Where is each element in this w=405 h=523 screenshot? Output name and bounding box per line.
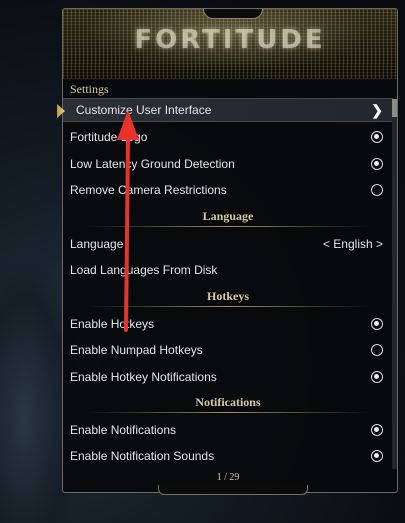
page-indicator: 1 / 29 [216, 472, 240, 483]
menu-item-label: Language [70, 237, 124, 251]
menu-item-fortitude-logo[interactable]: Fortitude Logo [63, 125, 393, 149]
menu-item-enable-notifications[interactable]: Enable Notifications [63, 418, 393, 442]
radio-checked-icon[interactable] [371, 371, 383, 383]
language-selector-value[interactable]: < English > [323, 237, 383, 251]
radio-checked-icon[interactable] [371, 158, 383, 170]
section-divider [88, 306, 368, 307]
section-header-language: Language [63, 209, 393, 229]
selection-marker-icon [57, 104, 65, 118]
menu-item-load-languages-from-disk[interactable]: Load Languages From Disk [63, 258, 393, 282]
menu-item-label: Enable Numpad Hotkeys [70, 343, 203, 357]
menu-item-enable-notification-sounds[interactable]: Enable Notification Sounds [63, 444, 393, 468]
menu-item-label: Fortitude Logo [70, 130, 148, 144]
section-header-hotkeys: Hotkeys [63, 289, 393, 309]
scrollbar-thumb[interactable] [392, 99, 397, 117]
menu-item-customize-user-interface[interactable]: Customize User Interface ❯ [57, 98, 393, 122]
menu-item-enable-numpad-hotkeys[interactable]: Enable Numpad Hotkeys [63, 338, 393, 362]
menu-footer-tab [158, 485, 308, 495]
radio-checked-icon[interactable] [371, 318, 383, 330]
menu-item-label: Customize User Interface [76, 103, 212, 117]
radio-checked-icon[interactable] [371, 131, 383, 143]
section-title: Notifications [195, 395, 261, 409]
menu-item-label: Load Languages From Disk [70, 263, 218, 277]
menu-item-enable-hotkey-notifications[interactable]: Enable Hotkey Notifications [63, 365, 393, 389]
mod-menu-panel: FORTITUDE Settings Customize User Interf… [57, 8, 398, 495]
radio-checked-icon[interactable] [371, 450, 383, 462]
menu-item-label: Enable Hotkey Notifications [70, 370, 217, 384]
radio-checked-icon[interactable] [371, 424, 383, 436]
menu-item-label: Low Latency Ground Detection [70, 157, 235, 171]
section-divider [88, 226, 368, 227]
chevron-right-icon: ❯ [371, 101, 383, 118]
section-title: Language [202, 209, 254, 223]
section-divider [88, 412, 368, 413]
menu-item-low-latency-ground-detection[interactable]: Low Latency Ground Detection [63, 152, 393, 176]
menu-title: FORTITUDE [134, 25, 326, 55]
menu-banner: FORTITUDE [63, 9, 397, 79]
menu-item-label: Remove Camera Restrictions [70, 183, 227, 197]
menu-item-label: Enable Notifications [70, 423, 177, 437]
radio-unchecked-icon[interactable] [371, 184, 383, 196]
scrollbar[interactable] [392, 99, 397, 469]
banner-notch [203, 9, 263, 19]
section-header-notifications: Notifications [63, 395, 393, 415]
menu-item-remove-camera-restrictions[interactable]: Remove Camera Restrictions [63, 178, 393, 202]
menu-item-label: Enable Hotkeys [70, 317, 155, 331]
menu-item-enable-hotkeys[interactable]: Enable Hotkeys [63, 312, 393, 336]
radio-unchecked-icon[interactable] [371, 344, 383, 356]
settings-label: Settings [70, 82, 109, 96]
menu-item-label: Enable Notification Sounds [70, 449, 215, 463]
section-title: Hotkeys [207, 289, 249, 303]
menu-item-language[interactable]: Language < English > [63, 232, 393, 256]
